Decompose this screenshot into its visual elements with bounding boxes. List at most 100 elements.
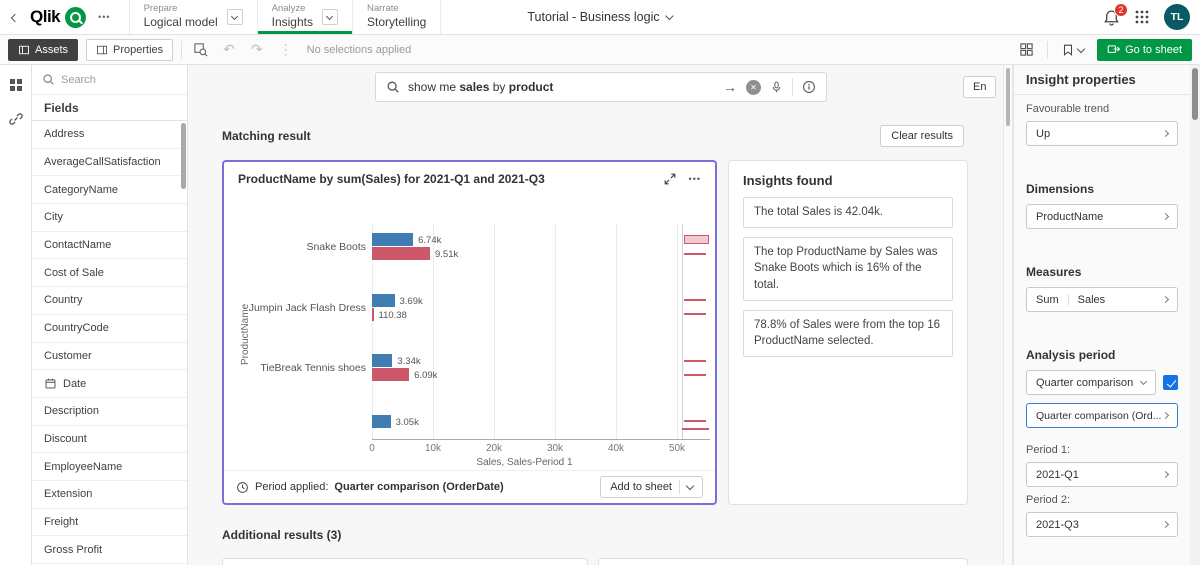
period-detail-button[interactable]: Quarter comparison (Ord...: [1026, 403, 1178, 428]
chevron-down-icon[interactable]: [227, 9, 243, 25]
more-options-icon[interactable]: ⋮: [275, 41, 297, 58]
field-item[interactable]: Gross Profit: [32, 536, 187, 564]
sheet-layout-icon[interactable]: [1016, 42, 1037, 57]
field-item[interactable]: Address: [32, 121, 187, 149]
field-item[interactable]: Freight: [32, 509, 187, 537]
chart-card[interactable]: ProductName by sum(Sales) for 2021-Q1 an…: [222, 160, 717, 505]
additional-result-card[interactable]: [222, 558, 588, 565]
insight-item[interactable]: 78.8% of Sales were from the top 16 Prod…: [743, 310, 953, 357]
nav-prepare[interactable]: Prepare Logical model: [129, 0, 257, 34]
field-item[interactable]: EmployeeName: [32, 453, 187, 481]
add-to-sheet-button[interactable]: Add to sheet: [600, 476, 703, 498]
selections-tool-icon[interactable]: [190, 42, 211, 57]
sidebar-search[interactable]: [32, 65, 187, 95]
fields-section-header[interactable]: Fields: [32, 95, 187, 121]
comparison-dash: [682, 428, 709, 430]
link-icon[interactable]: [8, 111, 24, 127]
field-item[interactable]: Extension: [32, 481, 187, 509]
clear-search-icon[interactable]: ✕: [746, 80, 761, 95]
info-icon[interactable]: [802, 80, 816, 94]
field-item[interactable]: Customer: [32, 343, 187, 371]
field-item[interactable]: Discount: [32, 426, 187, 454]
insight-item[interactable]: The total Sales is 42.04k.: [743, 197, 953, 228]
field-item[interactable]: ContactName: [32, 232, 187, 260]
favourable-trend-select[interactable]: Up: [1026, 121, 1178, 146]
bar-period1[interactable]: [372, 233, 413, 246]
chevron-down-icon[interactable]: [686, 482, 694, 490]
back-icon[interactable]: [10, 8, 20, 26]
sidebar-search-input[interactable]: [61, 74, 165, 86]
avatar[interactable]: TL: [1164, 4, 1190, 30]
qlik-logo[interactable]: Qlik: [30, 7, 86, 28]
field-item[interactable]: AverageCallSatisfaction: [32, 149, 187, 177]
field-item[interactable]: Country: [32, 287, 187, 315]
bar-period1[interactable]: [372, 415, 391, 428]
bar-value-label: 3.05k: [396, 417, 419, 428]
dimensions-title: Dimensions: [1026, 182, 1178, 196]
master-items-icon[interactable]: [8, 77, 24, 93]
chevron-down-icon: [1077, 44, 1085, 52]
insight-search-bar[interactable]: show me sales by product → ✕: [375, 72, 827, 102]
app-launcher-button[interactable]: [1134, 9, 1150, 25]
bar-period2[interactable]: [372, 368, 409, 381]
properties-label: Properties: [113, 44, 163, 56]
main-scrollbar[interactable]: [1003, 65, 1013, 565]
period2-label: Period 2:: [1026, 494, 1178, 506]
scrollbar-thumb[interactable]: [1192, 68, 1198, 120]
bar-period1[interactable]: [372, 354, 392, 367]
language-button[interactable]: En: [963, 76, 996, 98]
nav-analyze-labels: Analyze Insights: [272, 3, 313, 30]
app-title-dropdown[interactable]: Tutorial - Business logic: [527, 10, 672, 24]
go-to-sheet-button[interactable]: Go to sheet: [1097, 39, 1192, 61]
insight-item[interactable]: The top ProductName by Sales was Snake B…: [743, 237, 953, 301]
period-checkbox[interactable]: [1163, 375, 1178, 390]
field-item[interactable]: City: [32, 204, 187, 232]
additional-results-title: Additional results (3): [222, 528, 341, 542]
measure-item[interactable]: Sum Sales: [1026, 287, 1178, 312]
clear-results-button[interactable]: Clear results: [880, 125, 964, 147]
period-type-select[interactable]: Quarter comparison: [1026, 370, 1156, 395]
calendar-icon: [44, 377, 57, 390]
properties-panel-icon: [96, 44, 108, 56]
field-item[interactable]: Description: [32, 398, 187, 426]
properties-button[interactable]: Properties: [86, 39, 173, 61]
period2-select[interactable]: 2021-Q3: [1026, 512, 1178, 537]
dimension-item[interactable]: ProductName: [1026, 204, 1178, 229]
field-item[interactable]: Cost of Sale: [32, 259, 187, 287]
submit-arrow-icon[interactable]: →: [723, 79, 737, 95]
notifications-button[interactable]: 2: [1103, 9, 1120, 26]
assets-button[interactable]: Assets: [8, 39, 78, 61]
chevron-down-icon[interactable]: [322, 9, 338, 25]
field-item[interactable]: CountryCode: [32, 315, 187, 343]
bar-period2[interactable]: [372, 247, 430, 260]
page-scrollbar[interactable]: [1190, 65, 1200, 565]
chevron-right-icon: [1162, 296, 1169, 303]
x-tick-label: 20k: [486, 443, 502, 454]
field-item[interactable]: Date: [32, 370, 187, 398]
nav-narrate[interactable]: Narrate Storytelling: [352, 0, 441, 34]
field-label: Country: [44, 294, 83, 306]
undo-icon[interactable]: ↶: [219, 41, 239, 58]
bar-period1[interactable]: [372, 294, 395, 307]
period1-select[interactable]: 2021-Q1: [1026, 462, 1178, 487]
go-to-sheet-label: Go to sheet: [1125, 44, 1182, 56]
divider: [181, 41, 182, 59]
search-query[interactable]: show me sales by product: [408, 80, 715, 94]
clock-icon: [236, 481, 249, 494]
selections-status: No selections applied: [307, 44, 412, 56]
field-item[interactable]: CategoryName: [32, 176, 187, 204]
sidebar-scrollbar[interactable]: [181, 123, 186, 189]
nav-analyze[interactable]: Analyze Insights: [257, 0, 352, 34]
period-type-value: Quarter comparison: [1036, 377, 1133, 389]
microphone-icon[interactable]: [770, 80, 783, 94]
topbar-left: Qlik •••: [0, 0, 121, 34]
notification-badge: 2: [1114, 3, 1128, 17]
additional-result-card[interactable]: [598, 558, 968, 565]
redo-icon[interactable]: ↷: [247, 41, 267, 58]
fields-section-title: Fields: [44, 101, 79, 115]
scrollbar-thumb[interactable]: [1006, 68, 1010, 126]
bar-period2[interactable]: [372, 308, 374, 321]
more-menu-icon[interactable]: •••: [98, 12, 110, 22]
bookmark-button[interactable]: [1058, 43, 1087, 57]
toolbar-right: Go to sheet: [1016, 39, 1192, 61]
